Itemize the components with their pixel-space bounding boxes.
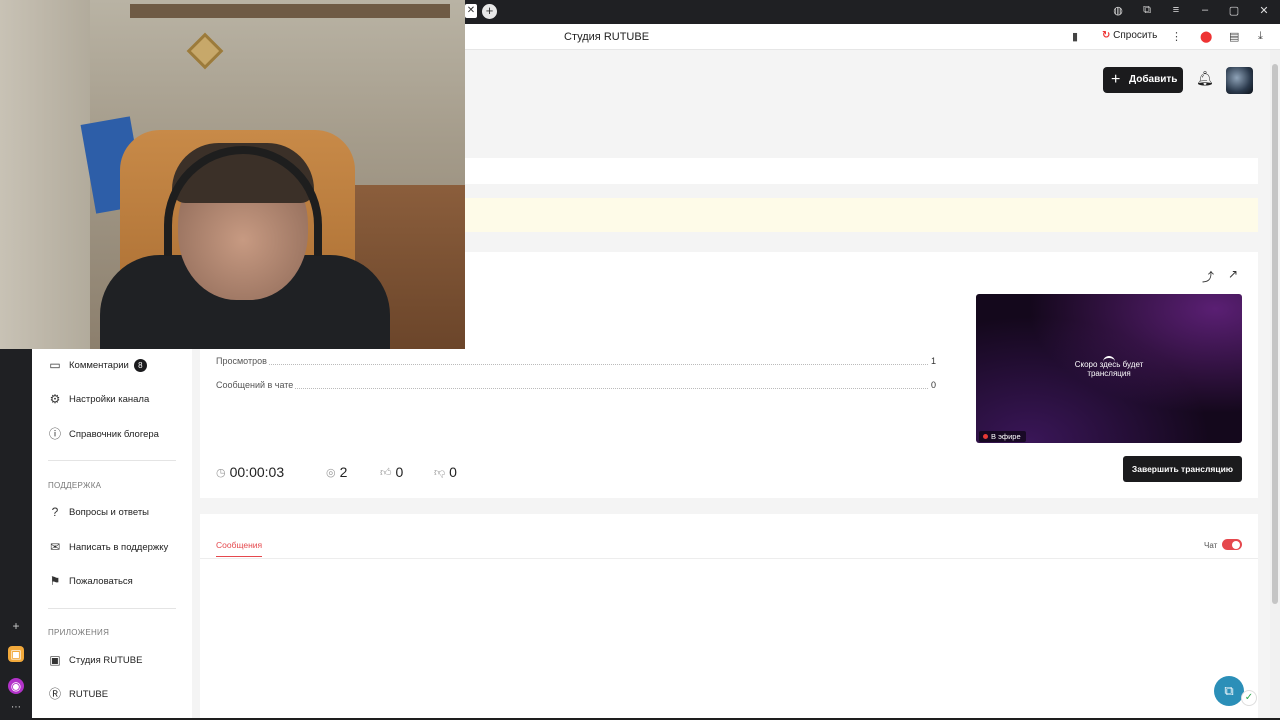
gear-icon: ⚙	[49, 392, 61, 406]
add-panel-icon[interactable]: +	[8, 618, 24, 634]
add-button-label: Добавить	[1129, 74, 1178, 85]
webcam-ornament	[186, 32, 224, 70]
stat-label: Сообщений в чате	[216, 380, 296, 390]
studio-app-icon: ▣	[49, 653, 61, 667]
tab-underline-divider	[200, 558, 1258, 559]
viewer-icon: ◎	[326, 466, 336, 479]
live-badge: В эфире	[979, 431, 1026, 442]
maximize-icon[interactable]: ▢	[1226, 4, 1242, 17]
sidebar-item-write-support[interactable]: ✉ Написать в поддержку	[48, 537, 168, 557]
dotted-leader	[216, 388, 936, 389]
sidebar-item-complain[interactable]: ⚑ Пожаловаться	[48, 571, 133, 591]
dislikes-value: 0	[449, 464, 457, 480]
extension-icon[interactable]: ⬤	[1200, 30, 1212, 43]
ask-label: Спросить	[1113, 30, 1158, 41]
ask-button[interactable]: ↻ Спросить	[1102, 30, 1157, 41]
chat-card: Сообщения Чат	[200, 514, 1258, 718]
comments-count-badge: 8	[133, 358, 147, 372]
stat-value: 1	[928, 356, 936, 366]
minimize-icon[interactable]: –	[1197, 4, 1213, 16]
new-tab-icon[interactable]: +	[482, 4, 497, 19]
webcam-wall	[0, 0, 90, 349]
download-icon[interactable]: ⤓	[1258, 30, 1263, 43]
sidebar-item-faq[interactable]: ? Вопросы и ответы	[48, 502, 149, 522]
tab-close-icon[interactable]: ✕	[465, 4, 477, 18]
viewers-counter: ◎ 2	[326, 464, 347, 480]
support-heading: ПОДДЕРЖКА	[48, 481, 102, 490]
clock-icon: ◷	[216, 466, 226, 479]
info-icon: ⓘ	[48, 427, 61, 441]
reader-icon[interactable]: ▤	[1229, 30, 1239, 43]
thumbs-down-icon: 👎︎	[434, 466, 446, 479]
app-icon-orange[interactable]: ▣	[8, 646, 24, 662]
comment-icon: ▭	[49, 358, 61, 372]
divider	[48, 460, 176, 461]
page-title: Студия RUTUBE	[564, 31, 650, 43]
sidebar-item-label: Вопросы и ответы	[69, 506, 150, 518]
sidebar-item-channel-settings[interactable]: ⚙ Настройки канала	[48, 389, 150, 409]
share-icon[interactable]: ⤴	[1202, 268, 1214, 285]
sidebar-item-comments[interactable]: ▭ Комментарии 8	[48, 355, 147, 375]
chat-toggle[interactable]	[1222, 539, 1242, 550]
page-scrollbar[interactable]	[1270, 50, 1280, 718]
sidebar-item-label: Пожаловаться	[69, 575, 133, 587]
webcam-overlay	[0, 0, 465, 349]
sidebar-item-label: Написать в поддержку	[69, 541, 169, 553]
thumbs-up-icon: 👍︎	[380, 466, 392, 479]
add-button[interactable]: + Добавить	[1103, 67, 1183, 93]
stat-label: Просмотров	[216, 356, 269, 366]
more-options-icon[interactable]: ⋮	[1171, 30, 1182, 43]
apps-heading: ПРИЛОЖЕНИЯ	[48, 628, 110, 637]
plus-icon: +	[1111, 71, 1121, 88]
sidebar-item-label: Справочник блогера	[69, 428, 159, 440]
sidebar-item-studio-rutube[interactable]: ▣ Студия RUTUBE	[48, 650, 142, 670]
floating-action-icon[interactable]: ⧉	[1214, 676, 1244, 706]
likes-value: 0	[395, 464, 404, 480]
stream-preview[interactable]: Скоро здесь будет трансляция В эфире	[976, 294, 1242, 443]
bookmark-icon[interactable]: ▮	[1072, 30, 1078, 43]
profile-icon[interactable]: ◍	[1110, 4, 1126, 17]
divider	[48, 608, 176, 609]
flag-icon: ⚑	[49, 574, 61, 588]
end-stream-button[interactable]: Завершить трансляцию	[1123, 456, 1242, 482]
ask-icon: ↻	[1102, 30, 1111, 41]
notifications-bell-icon[interactable]: 🔔︎	[1196, 70, 1214, 87]
sidebar-item-label: Комментарии	[69, 359, 129, 371]
stat-value: 0	[928, 380, 936, 390]
close-window-icon[interactable]: ✕	[1256, 4, 1272, 17]
menu-icon[interactable]: ≡	[1168, 4, 1184, 16]
dotted-leader	[216, 364, 936, 365]
sidebar-item-rutube[interactable]: Ⓡ RUTUBE	[48, 684, 108, 704]
alice-icon[interactable]: ◉	[8, 678, 24, 694]
sidebar-item-label: RUTUBE	[69, 688, 109, 700]
sidebar-item-blogger-guide[interactable]: ⓘ Справочник блогера	[48, 424, 159, 444]
studio-sidebar: ▭ Комментарии 8 ⚙ Настройки канала ⓘ Спр…	[32, 348, 192, 718]
mail-icon: ✉	[49, 540, 61, 554]
external-link-icon[interactable]: ↗	[1228, 267, 1238, 281]
shield-check-icon[interactable]: ✓	[1241, 690, 1257, 706]
more-icon[interactable]: ⋯	[8, 700, 24, 716]
preview-line-2: трансляция	[1087, 369, 1131, 378]
viewers-value: 2	[339, 464, 348, 480]
dislikes-counter: 👎︎ 0	[434, 464, 457, 480]
webcam-shelf	[130, 4, 450, 18]
preview-message: Скоро здесь будет трансляция	[976, 360, 1242, 378]
question-icon: ?	[51, 505, 59, 519]
chat-toggle-label: Чат	[1204, 541, 1218, 550]
scrollbar-thumb[interactable]	[1272, 64, 1278, 604]
rutube-app-icon: Ⓡ	[48, 687, 61, 701]
tabs-icon[interactable]: ⧉	[1139, 4, 1155, 17]
sidebar-item-label: Настройки канала	[69, 393, 150, 405]
screen: + ▣ ◉ ⋯ ✕ + ◍ ⧉ ≡ – ▢ ✕ Студия RUTUBE ▮ …	[0, 0, 1280, 720]
preview-line-1: Скоро здесь будет	[1074, 360, 1144, 369]
duration-counter: ◷ 00:00:03	[216, 464, 284, 480]
sidebar-item-label: Студия RUTUBE	[69, 654, 143, 666]
likes-counter: 👍︎ 0	[380, 464, 403, 480]
duration-value: 00:00:03	[229, 464, 285, 480]
avatar[interactable]	[1226, 67, 1253, 94]
tab-messages[interactable]: Сообщения	[216, 540, 263, 557]
